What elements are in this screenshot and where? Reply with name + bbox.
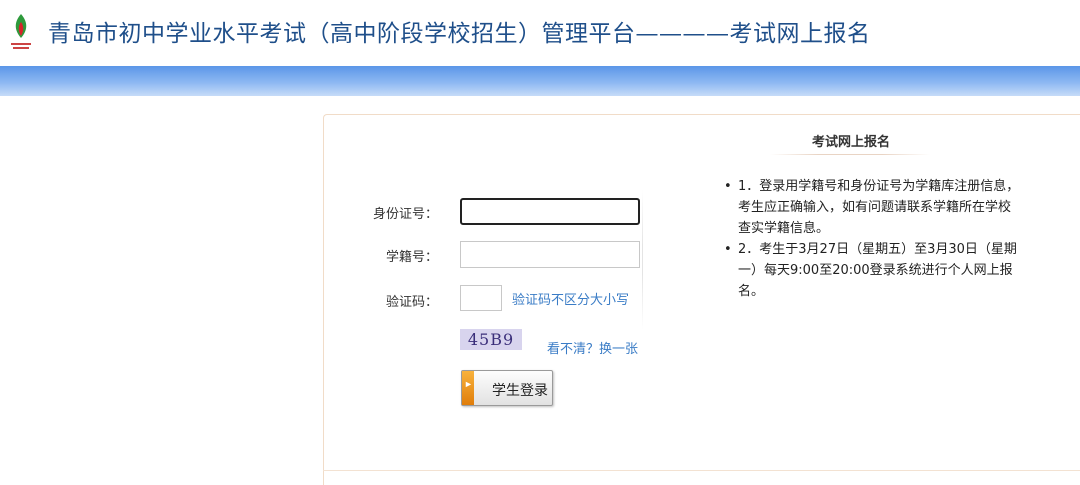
notice-title-underline <box>770 154 930 155</box>
student-number-input[interactable] <box>460 241 640 268</box>
student-number-label: 学籍号： <box>385 250 438 265</box>
notice-item-text: 1．登录用学籍号和身份证号为学籍库注册信息，考生应正确输入，如有问题请联系学籍所… <box>738 179 1020 236</box>
logo-emblem-icon <box>11 14 31 49</box>
notice-list: • 1．登录用学籍号和身份证号为学籍库注册信息，考生应正确输入，如有问题请联系学… <box>722 176 1022 302</box>
captcha-input[interactable] <box>460 285 502 311</box>
site-title: 青岛市初中学业水平考试（高中阶段学校招生）管理平台————考试网上报名 <box>48 21 871 47</box>
captcha-image[interactable]: 45B9 <box>460 329 522 350</box>
page-header: 青岛市初中学业水平考试（高中阶段学校招生）管理平台————考试网上报名 <box>0 0 1080 66</box>
student-login-label: 学生登录 <box>492 382 548 398</box>
notice-item: • 2．考生于3月27日（星期五）至3月30日（星期一）每天9:00至20:00… <box>722 239 1022 302</box>
student-login-button[interactable]: ► 学生登录 <box>461 370 553 406</box>
arrow-icon: ► <box>464 379 473 389</box>
bullet-icon: • <box>724 242 732 257</box>
captcha-hint: 验证码不区分大小写 <box>512 293 630 308</box>
captcha-label: 验证码： <box>385 295 438 310</box>
id-number-input[interactable] <box>460 198 640 225</box>
notice-item: • 1．登录用学籍号和身份证号为学籍库注册信息，考生应正确输入，如有问题请联系学… <box>722 176 1022 239</box>
notice-item-text: 2．考生于3月27日（星期五）至3月30日（星期一）每天9:00至20:00登录… <box>738 242 1017 299</box>
bullet-icon: • <box>724 179 732 194</box>
panel-bottom-border <box>323 470 1080 471</box>
notice-title: 考试网上报名 <box>811 135 890 150</box>
form-divider <box>642 190 643 330</box>
refresh-captcha-link[interactable]: 看不清？换一张 <box>547 338 638 357</box>
header-banner <box>0 66 1080 96</box>
id-number-label: 身份证号： <box>372 207 438 222</box>
